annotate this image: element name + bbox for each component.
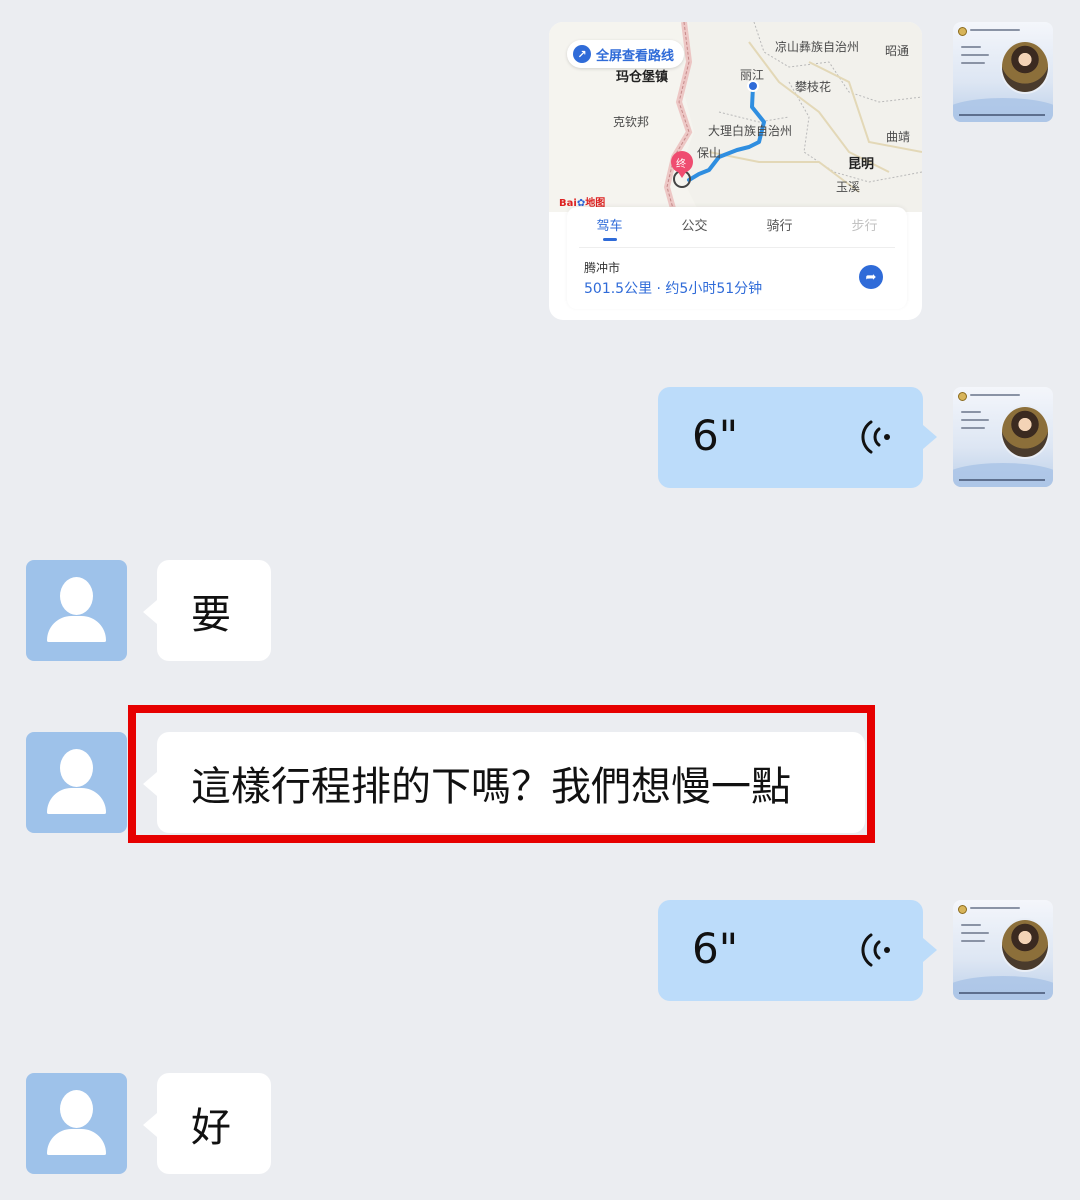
divider [579, 247, 895, 248]
contact-avatar[interactable] [26, 560, 127, 661]
voice-message-bubble[interactable]: 6" [658, 900, 937, 1001]
profile-photo [1000, 918, 1050, 972]
highlight-annotation [128, 705, 875, 843]
message-text: 要 [191, 591, 231, 638]
end-marker-label: 终 [676, 159, 686, 170]
text-message-bubble[interactable]: 要 [143, 560, 271, 661]
profile-photo [1000, 40, 1050, 94]
voice-duration: 6" [692, 924, 739, 973]
transport-tabs: 驾车 公交 骑行 步行 [567, 207, 907, 247]
tab-walk[interactable]: 步行 [822, 207, 907, 247]
map-label: 攀枝花 [795, 80, 832, 94]
contact-avatar[interactable] [26, 1073, 127, 1174]
map-label: 玛仓堡镇 [616, 70, 669, 85]
route-panel: 驾车 公交 骑行 步行 腾冲市 501.5公里 · 约5小时51分钟 ➦ [567, 207, 907, 309]
seal-icon [958, 392, 967, 401]
profile-photo [1000, 405, 1050, 459]
self-avatar[interactable] [953, 900, 1053, 1000]
start-navigation-button[interactable]: ➦ [859, 265, 883, 289]
fullscreen-route-label: 全屏查看路线 [596, 48, 675, 64]
seal-icon [958, 905, 967, 914]
destination-name: 腾冲市 [584, 261, 621, 275]
map-view[interactable]: 凉山彝族自治州 昭通 丽江 玛仓堡镇 攀枝花 克钦邦 大理白族自治州 曲靖 保山… [549, 22, 922, 212]
tab-cycle[interactable]: 骑行 [737, 207, 822, 247]
voice-duration: 6" [692, 411, 739, 460]
voice-message-bubble[interactable]: 6" [658, 387, 937, 488]
map-route-card[interactable]: 凉山彝族自治州 昭通 丽江 玛仓堡镇 攀枝花 克钦邦 大理白族自治州 曲靖 保山… [549, 22, 922, 320]
self-avatar[interactable] [953, 387, 1053, 487]
map-label: 昭通 [885, 44, 910, 58]
fullscreen-route-button[interactable]: ↗ 全屏查看路线 [567, 40, 685, 68]
voice-wave-icon [861, 420, 890, 454]
map-label: 凉山彝族自治州 [775, 40, 860, 54]
map-label: 玉溪 [836, 180, 861, 194]
voice-wave-icon [861, 933, 890, 967]
map-label: 保山 [697, 146, 722, 160]
map-label: 昆明 [848, 157, 875, 172]
tab-drive[interactable]: 驾车 [567, 207, 652, 247]
contact-avatar[interactable] [26, 732, 127, 833]
text-message-bubble[interactable]: 好 [143, 1073, 271, 1174]
map-label: 大理白族自治州 [708, 124, 793, 138]
tab-bus[interactable]: 公交 [652, 207, 737, 247]
seal-icon [958, 27, 967, 36]
map-label: 曲靖 [886, 130, 911, 144]
message-text: 好 [191, 1104, 231, 1151]
map-label: 克钦邦 [613, 115, 650, 129]
map-label: 丽江 [740, 68, 765, 82]
route-arrow-icon: ➦ [865, 269, 877, 285]
expand-arrow-icon: ↗ [573, 45, 591, 63]
route-summary: 501.5公里 · 约5小时51分钟 [584, 281, 763, 297]
self-avatar[interactable] [953, 22, 1053, 122]
chat-view: 凉山彝族自治州 昭通 丽江 玛仓堡镇 攀枝花 克钦邦 大理白族自治州 曲靖 保山… [0, 0, 1080, 1200]
